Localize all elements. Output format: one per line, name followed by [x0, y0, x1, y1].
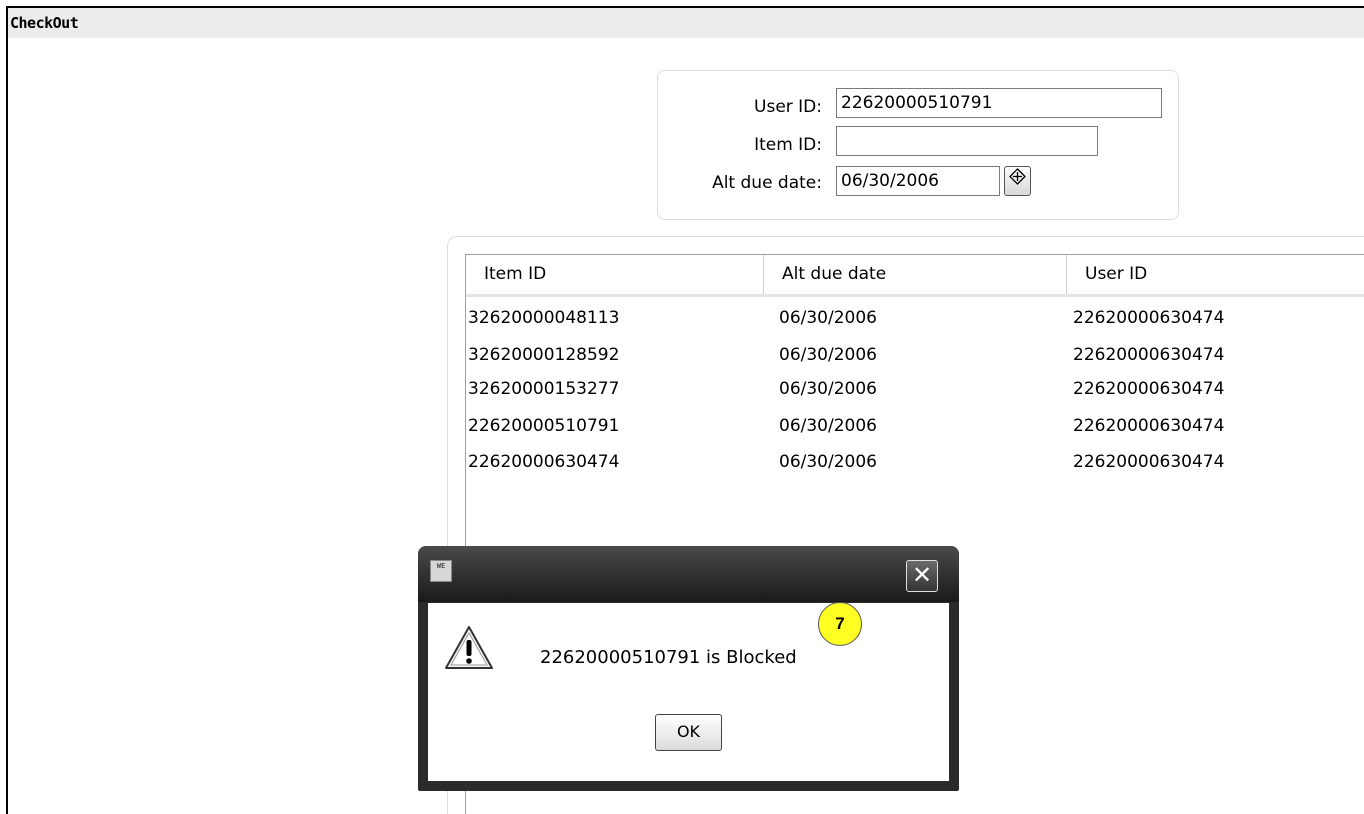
- table-row[interactable]: 32620000153277 06/30/2006 22620000630474: [466, 371, 1364, 408]
- user-id-cell: 22620000630474: [1073, 416, 1225, 436]
- user-id-cell: 22620000630474: [1073, 308, 1225, 328]
- user-id-cell: 22620000630474: [1073, 345, 1225, 365]
- item-id-cell: 32620000153277: [468, 379, 620, 399]
- dialog-body: 22620000510791 is Blocked 7 OK: [428, 602, 949, 781]
- column-header-user-id[interactable]: User ID: [1066, 255, 1364, 294]
- alt-due-date-cell: 06/30/2006: [779, 416, 877, 436]
- user-id-cell: 22620000630474: [1073, 379, 1225, 399]
- dialog-message: 22620000510791 is Blocked: [540, 647, 797, 668]
- item-id-label: Item ID:: [754, 135, 822, 155]
- ok-button[interactable]: OK: [655, 714, 722, 751]
- alt-due-date-label: Alt due date:: [712, 173, 822, 193]
- item-id-cell: 22620000630474: [468, 452, 620, 472]
- table-row[interactable]: 22620000630474 06/30/2006 22620000630474: [466, 444, 1364, 481]
- window-title: CheckOut: [10, 14, 79, 32]
- item-id-cell: 22620000510791: [468, 416, 620, 436]
- alt-due-date-cell: 06/30/2006: [779, 308, 877, 328]
- calendar-button[interactable]: [1004, 166, 1031, 196]
- window-titlebar: CheckOut: [8, 8, 1364, 38]
- user-id-cell: 22620000630474: [1073, 452, 1225, 472]
- user-id-input[interactable]: 22620000510791: [836, 88, 1162, 118]
- table-row[interactable]: 32620000128592 06/30/2006 22620000630474: [466, 337, 1364, 374]
- alt-due-date-cell: 06/30/2006: [779, 452, 877, 472]
- item-id-cell: 32620000128592: [468, 345, 620, 365]
- table-row[interactable]: 22620000510791 06/30/2006 22620000630474: [466, 408, 1364, 445]
- column-header-alt-due-date[interactable]: Alt due date: [763, 255, 1066, 294]
- table-header: Item ID Alt due date User ID: [466, 255, 1364, 297]
- dialog-titlebar[interactable]: WE ✕: [418, 546, 959, 602]
- alt-due-date-input[interactable]: 06/30/2006: [836, 166, 1000, 196]
- alt-due-date-cell: 06/30/2006: [779, 345, 877, 365]
- calendar-icon: [1009, 168, 1026, 189]
- alert-dialog: WE ✕ 22620000510791 is Blocked 7 OK: [418, 546, 959, 791]
- column-header-item-id[interactable]: Item ID: [466, 255, 763, 294]
- item-id-cell: 32620000048113: [468, 308, 620, 328]
- dialog-close-button[interactable]: ✕: [906, 560, 938, 592]
- close-icon: ✕: [911, 561, 933, 589]
- step-callout-badge: 7: [818, 602, 862, 646]
- warning-icon: [443, 624, 495, 672]
- table-row[interactable]: 32620000048113 06/30/2006 22620000630474: [466, 300, 1364, 337]
- user-id-label: User ID:: [754, 97, 822, 117]
- item-id-input[interactable]: [836, 126, 1098, 156]
- alt-due-date-cell: 06/30/2006: [779, 379, 877, 399]
- app-icon: WE: [430, 560, 452, 582]
